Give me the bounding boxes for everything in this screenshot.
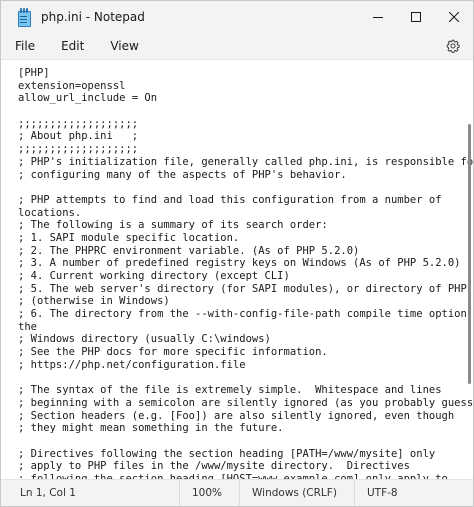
notepad-window: php.ini - Notepad File Edit View [PHP] ex… — [0, 0, 474, 507]
editor-line: ; beginning with a semicolon are silentl… — [18, 396, 473, 409]
editor-line: ; PHP attempts to find and load this con… — [18, 193, 442, 206]
maximize-button[interactable] — [397, 1, 435, 33]
status-zoom[interactable]: 100% — [179, 480, 239, 506]
status-encoding[interactable]: UTF-8 — [354, 480, 434, 506]
editor-line: extension=openssl — [18, 79, 126, 92]
editor-line: ; apply to PHP files in the /www/mysite … — [18, 460, 410, 473]
editor-line: ; 6. The directory from the --with-confi… — [18, 308, 473, 321]
editor-line: ; The syntax of the file is extremely si… — [18, 384, 442, 397]
notepad-app-icon — [17, 8, 31, 27]
editor-line: ; About php.ini ; — [18, 130, 139, 143]
maximize-icon — [411, 12, 421, 22]
editor-line: ; https://php.net/configuration.file — [18, 358, 246, 371]
editor-text[interactable]: [PHP] extension=openssl allow_url_include … — [18, 67, 473, 481]
settings-button[interactable] — [441, 34, 465, 58]
menu-bar: File Edit View — [1, 33, 473, 60]
editor-line: ;;;;;;;;;;;;;;;;;;; — [18, 143, 139, 156]
title-bar[interactable]: php.ini - Notepad — [1, 1, 473, 33]
status-line-ending[interactable]: Windows (CRLF) — [239, 480, 354, 506]
menu-file[interactable]: File — [10, 36, 40, 56]
editor-line: [PHP] — [18, 67, 50, 79]
editor-line: ; 4. Current working directory (except C… — [18, 270, 290, 282]
menu-edit[interactable]: Edit — [56, 36, 89, 56]
menu-view[interactable]: View — [105, 36, 143, 56]
editor-line: ; Windows directory (usually C:\windows) — [18, 333, 271, 346]
editor-line: allow_url_include = On — [18, 92, 158, 105]
window-title: php.ini - Notepad — [41, 10, 145, 24]
editor-line: locations. — [18, 206, 82, 219]
editor-line: ; (otherwise in Windows) — [18, 295, 170, 308]
editor-line: ; See the PHP docs for more specific inf… — [18, 346, 328, 359]
editor-line: ; The following is a summary of its sear… — [18, 219, 328, 232]
minimize-icon — [373, 17, 383, 18]
text-editor[interactable]: [PHP] extension=openssl allow_url_include … — [1, 60, 473, 481]
close-button[interactable] — [435, 1, 473, 33]
editor-line: ; 1. SAPI module specific location. — [18, 231, 240, 244]
editor-line: ;;;;;;;;;;;;;;;;;;; — [18, 117, 139, 130]
editor-line: the — [18, 320, 37, 333]
editor-line: ; 5. The web server's directory (for SAP… — [18, 282, 467, 295]
status-bar: Ln 1, Col 1 100% Windows (CRLF) UTF-8 — [1, 479, 473, 506]
editor-line: ; 3. A number of predefined registry key… — [18, 257, 461, 270]
editor-line: ; configuring many of the aspects of PHP… — [18, 168, 347, 181]
minimize-button[interactable] — [359, 1, 397, 33]
editor-line: ; PHP's initialization file, generally c… — [18, 155, 473, 168]
close-icon — [449, 12, 459, 22]
vertical-scrollbar[interactable] — [468, 124, 471, 384]
gear-icon — [446, 39, 460, 53]
status-cursor-position: Ln 1, Col 1 — [20, 487, 76, 499]
editor-line: ; 2. The PHPRC environment variable. (As… — [18, 244, 360, 257]
editor-line: ; Section headers (e.g. [Foo]) are also … — [18, 409, 455, 422]
editor-line: ; Directives following the section headi… — [18, 447, 436, 460]
editor-line: ; they might mean something in the futur… — [18, 422, 284, 435]
